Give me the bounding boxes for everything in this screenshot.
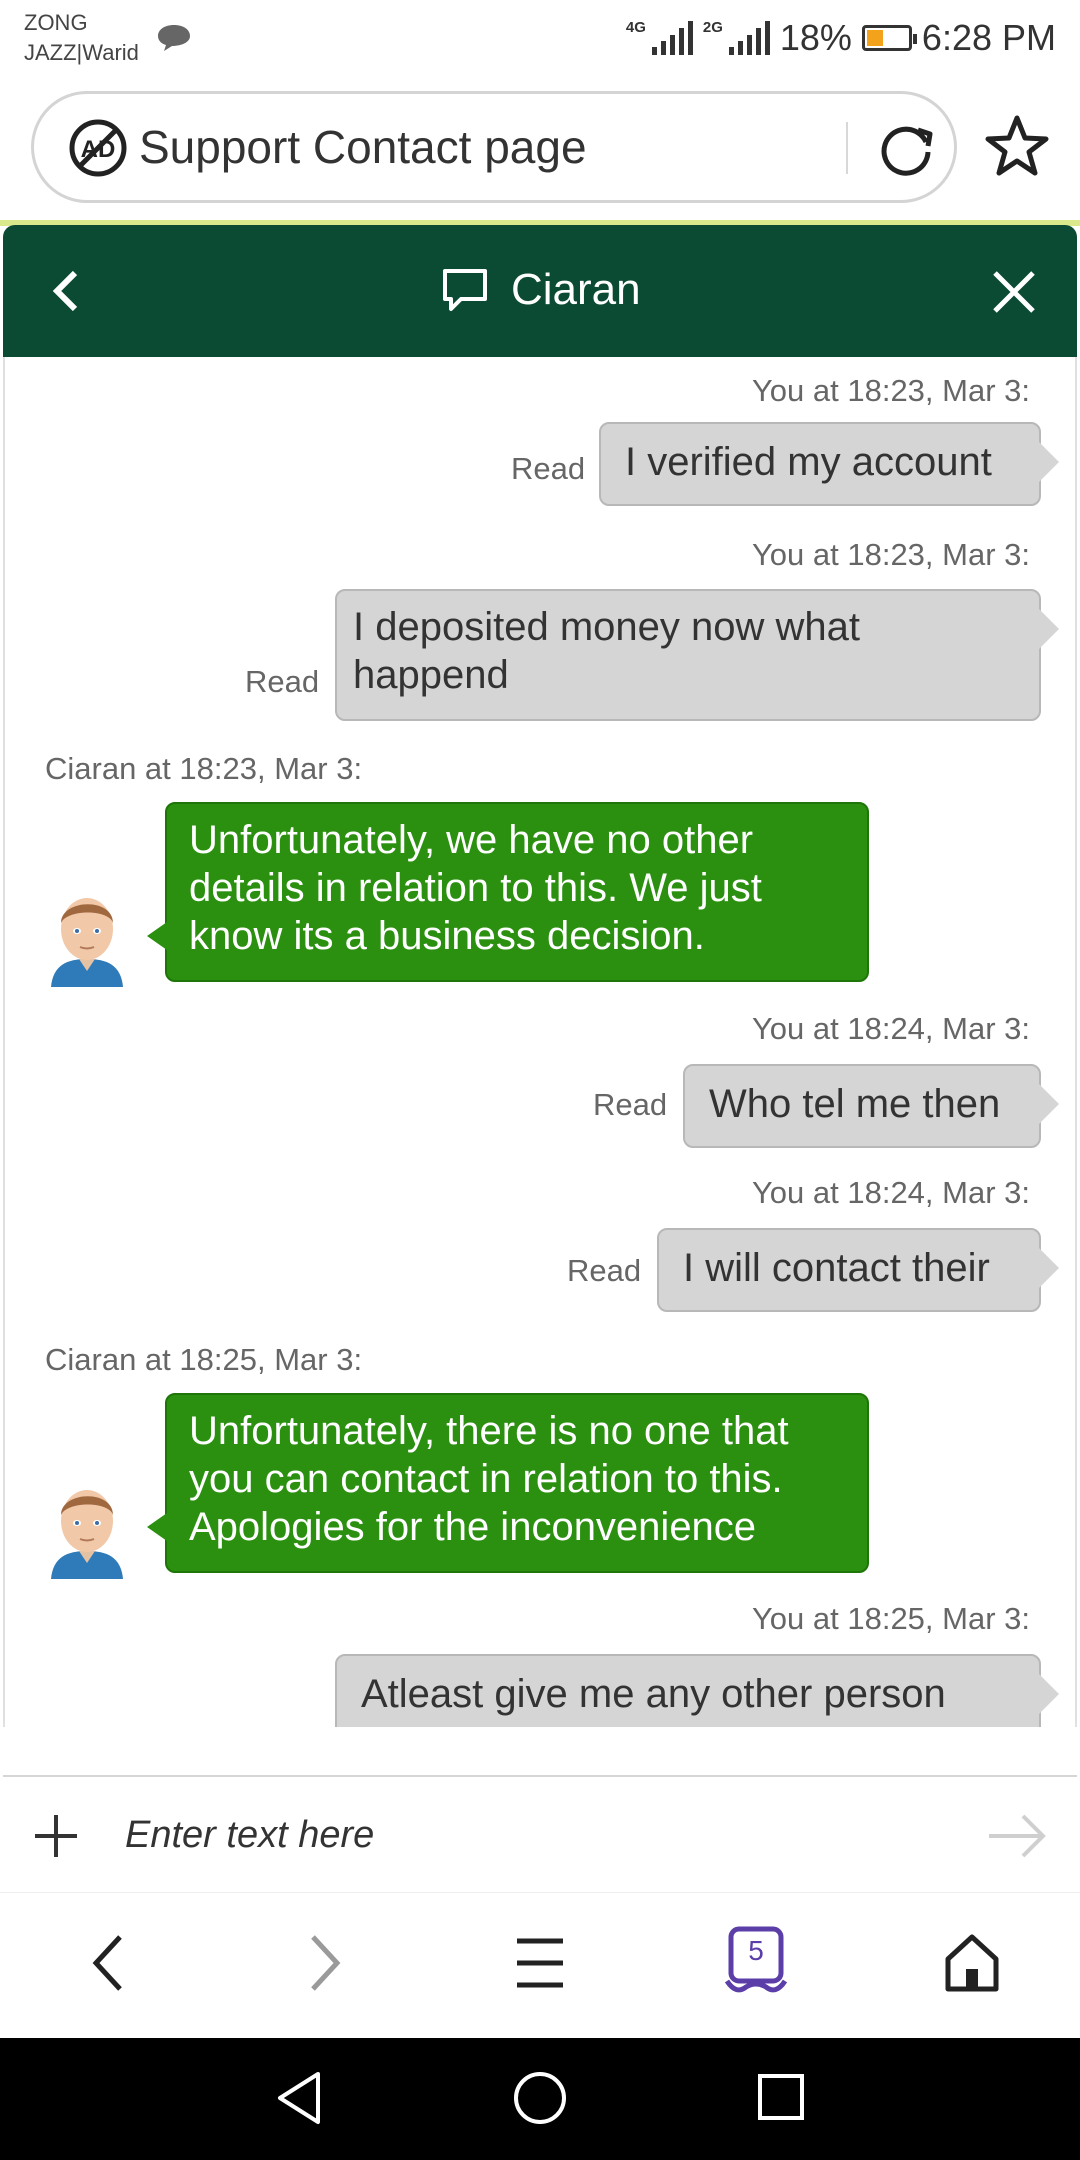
read-status: Read	[593, 1087, 668, 1122]
divider	[846, 122, 848, 174]
chat-messages[interactable]: You at 18:23, Mar 3: Read I verified my …	[3, 357, 1077, 1727]
circle-home-icon[interactable]	[512, 2070, 568, 2126]
page-title[interactable]: Support Contact page	[139, 120, 587, 174]
message-timestamp: Ciaran at 18:25, Mar 3:	[45, 1342, 363, 1377]
user-message-bubble: I will contact their	[657, 1228, 1059, 1312]
send-arrow-icon[interactable]	[987, 1811, 1049, 1861]
message-input[interactable]	[123, 1799, 957, 1871]
agent-message-bubble: Unfortunately, we have no other details …	[147, 802, 869, 982]
chevron-left-icon[interactable]	[47, 267, 83, 315]
square-recents-icon[interactable]	[756, 2070, 806, 2126]
message-timestamp: You at 18:25, Mar 3:	[751, 1601, 1030, 1636]
agent-message-bubble: Unfortunately, there is no one that you …	[147, 1393, 869, 1573]
system-navigation-bar	[0, 2038, 1080, 2160]
message-timestamp: Ciaran at 18:23, Mar 3:	[45, 751, 363, 786]
battery-icon	[861, 25, 917, 51]
user-message-bubble: Who tel me then	[683, 1064, 1059, 1148]
message-notification-icon	[158, 25, 190, 51]
clock: 6:28 PM	[921, 17, 1056, 58]
carrier-line-1: ZONG	[24, 10, 88, 35]
star-icon[interactable]	[984, 114, 1050, 178]
read-status: Read	[567, 1253, 642, 1288]
agent-name: Ciaran	[511, 265, 641, 314]
tabs-button[interactable]: 5	[724, 1925, 788, 1997]
message-timestamp: You at 18:23, Mar 3:	[751, 373, 1030, 408]
signal-icon: 4G	[625, 19, 693, 55]
signal-icon: 2G	[702, 19, 770, 55]
battery-percent: 18%	[779, 17, 852, 58]
tab-count: 5	[748, 1935, 764, 1966]
agent-avatar	[51, 1490, 123, 1579]
user-message-bubble: I deposited money now what happend	[335, 589, 1059, 721]
user-message-bubble: Atleast give me any other person	[335, 1654, 1059, 1727]
reload-icon[interactable]	[874, 116, 938, 180]
chat-title: Ciaran	[441, 265, 641, 315]
chat-header: Ciaran	[3, 225, 1077, 357]
agent-avatar	[51, 898, 123, 987]
status-bar: ZONG JAZZ|Warid 4G 2G 18% 6:28 PM	[0, 0, 1080, 80]
chat-bubble-icon	[443, 269, 487, 311]
plus-icon[interactable]	[33, 1813, 79, 1859]
network-type-1: 4G	[625, 19, 646, 36]
user-message-bubble: I verified my account	[599, 422, 1059, 506]
back-icon[interactable]	[88, 1933, 128, 1993]
browser-navigation-bar: 5	[0, 1892, 1080, 2039]
status-icons: 4G 2G 18% 6:28 PM	[626, 10, 1056, 66]
message-timestamp: You at 18:24, Mar 3:	[751, 1175, 1030, 1210]
forward-icon[interactable]	[305, 1933, 345, 1993]
close-icon[interactable]	[991, 269, 1037, 315]
address-bar[interactable]: AD Support Contact page	[31, 91, 957, 203]
carrier-line-2: JAZZ|Warid	[24, 40, 139, 65]
message-timestamp: You at 18:23, Mar 3:	[751, 537, 1030, 572]
carrier-info: ZONG JAZZ|Warid	[24, 8, 190, 68]
read-status: Read	[511, 451, 586, 486]
read-status: Read	[245, 664, 320, 699]
ad-block-icon[interactable]: AD	[68, 118, 128, 178]
home-icon[interactable]	[944, 1933, 1000, 1993]
message-input-bar	[3, 1775, 1077, 1892]
message-timestamp: You at 18:24, Mar 3:	[751, 1011, 1030, 1046]
menu-icon[interactable]	[515, 1933, 565, 1993]
network-type-2: 2G	[702, 19, 723, 36]
triangle-back-icon[interactable]	[274, 2070, 324, 2126]
